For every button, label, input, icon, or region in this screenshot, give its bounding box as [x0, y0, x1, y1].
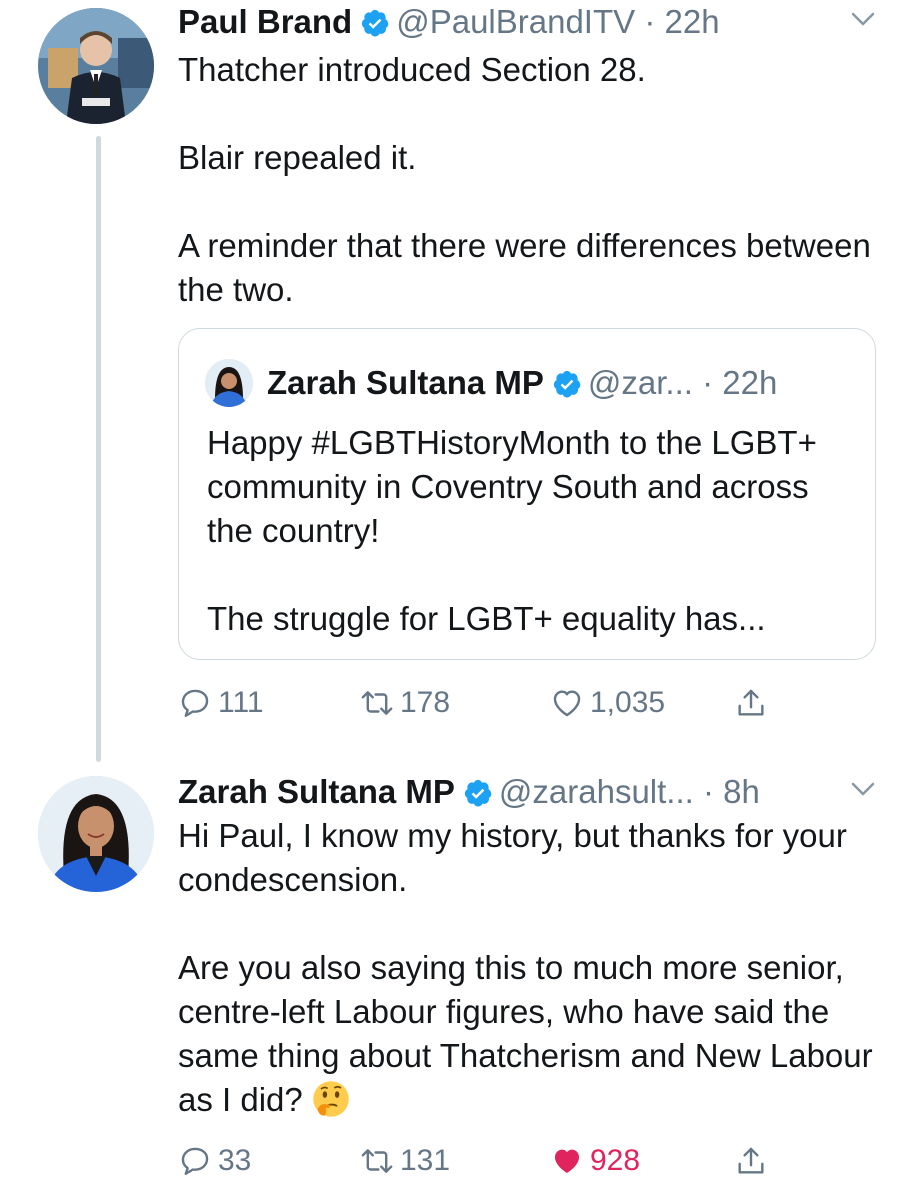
- quoted-timestamp: 22h: [722, 364, 778, 401]
- timestamp[interactable]: 8h: [723, 773, 760, 810]
- chevron-down-icon[interactable]: [848, 4, 878, 34]
- tweet-paragraph-text: Are you also saying this to much more se…: [178, 949, 873, 1118]
- avatar-zarah-sultana[interactable]: [38, 776, 154, 892]
- thinking-face-icon: [312, 1081, 349, 1117]
- tweet-paragraph: A reminder that there were differences b…: [178, 227, 871, 308]
- quoted-avatar: [205, 359, 253, 407]
- tweet-text: Thatcher introduced Section 28. Blair re…: [178, 48, 878, 312]
- separator-dot: ·: [693, 773, 724, 810]
- retweet-button[interactable]: 131: [360, 1138, 450, 1184]
- tweet-text: Hi Paul, I know my history, but thanks f…: [178, 814, 878, 1122]
- reply-button[interactable]: 33: [178, 1138, 251, 1184]
- like-count: 1,035: [590, 686, 666, 719]
- quoted-paragraph: The struggle for LGBT+ equality has...: [207, 600, 766, 637]
- reply-button[interactable]: 111: [178, 680, 264, 726]
- share-icon: [738, 1147, 764, 1174]
- author-name[interactable]: Paul Brand: [178, 3, 352, 40]
- reply-icon: [181, 1147, 209, 1175]
- verified-badge-icon: [464, 779, 492, 807]
- tweet-paragraph: Hi Paul, I know my history, but thanks f…: [178, 817, 847, 898]
- quoted-paragraph: Happy #LGBTHistoryMonth to the LGBT+ com…: [207, 424, 817, 549]
- quoted-text: Happy #LGBTHistoryMonth to the LGBT+ com…: [207, 421, 847, 641]
- retweet-count: 131: [400, 1144, 451, 1177]
- retweet-button[interactable]: 178: [360, 680, 450, 726]
- like-count: 928: [590, 1144, 641, 1177]
- share-button[interactable]: [734, 1138, 774, 1184]
- tweet-paragraph: Blair repealed it.: [178, 139, 417, 176]
- tweet-zarah-sultana: Zarah Sultana MP @zarahsult... · 8h Hi Pa…: [0, 764, 918, 1200]
- author-name[interactable]: Zarah Sultana MP: [178, 773, 455, 810]
- author-handle[interactable]: @PaulBrandITV: [396, 3, 635, 40]
- tweet-header: Paul Brand @PaulBrandITV · 22h: [178, 0, 878, 46]
- reply-icon: [181, 689, 209, 717]
- share-icon: [738, 689, 764, 716]
- share-button[interactable]: [734, 680, 774, 726]
- author-handle[interactable]: @zarahsult...: [499, 773, 694, 810]
- tweet-paragraph: Are you also saying this to much more se…: [178, 946, 878, 1122]
- chevron-down-icon[interactable]: [848, 774, 878, 804]
- quoted-tweet[interactable]: Zarah Sultana MP @zar... · 22h Happy #LGB…: [178, 328, 876, 660]
- thread-line: [96, 136, 101, 762]
- timestamp[interactable]: 22h: [664, 3, 719, 40]
- separator-dot: ·: [635, 3, 665, 40]
- reply-count: 33: [218, 1144, 252, 1177]
- verified-badge-icon: [553, 370, 581, 398]
- verified-badge-icon: [362, 9, 389, 37]
- quoted-header: Zarah Sultana MP @zar... · 22h: [267, 359, 777, 407]
- tweet-actions: 111 178 1,035: [178, 680, 818, 726]
- retweet-count: 178: [400, 686, 451, 719]
- heart-icon: [553, 690, 581, 717]
- tweet-paragraph: Thatcher introduced Section 28.: [178, 51, 646, 88]
- tweet-paul-brand: Paul Brand @PaulBrandITV · 22h Thatcher i…: [0, 0, 918, 762]
- quoted-author-handle: @zar...: [587, 364, 693, 401]
- reply-count: 111: [218, 686, 264, 719]
- retweet-icon: [361, 1149, 393, 1173]
- quoted-author-name: Zarah Sultana MP: [267, 364, 544, 401]
- tweet-actions: 33 131 928: [178, 1138, 818, 1184]
- tweet-header: Zarah Sultana MP @zarahsult... · 8h: [178, 768, 878, 816]
- like-button[interactable]: 928: [550, 1138, 640, 1184]
- separator-dot: ·: [692, 364, 723, 401]
- avatar-paul-brand[interactable]: [38, 8, 154, 124]
- retweet-icon: [361, 691, 393, 715]
- like-button[interactable]: 1,035: [550, 680, 665, 726]
- heart-filled-icon: [554, 1149, 580, 1174]
